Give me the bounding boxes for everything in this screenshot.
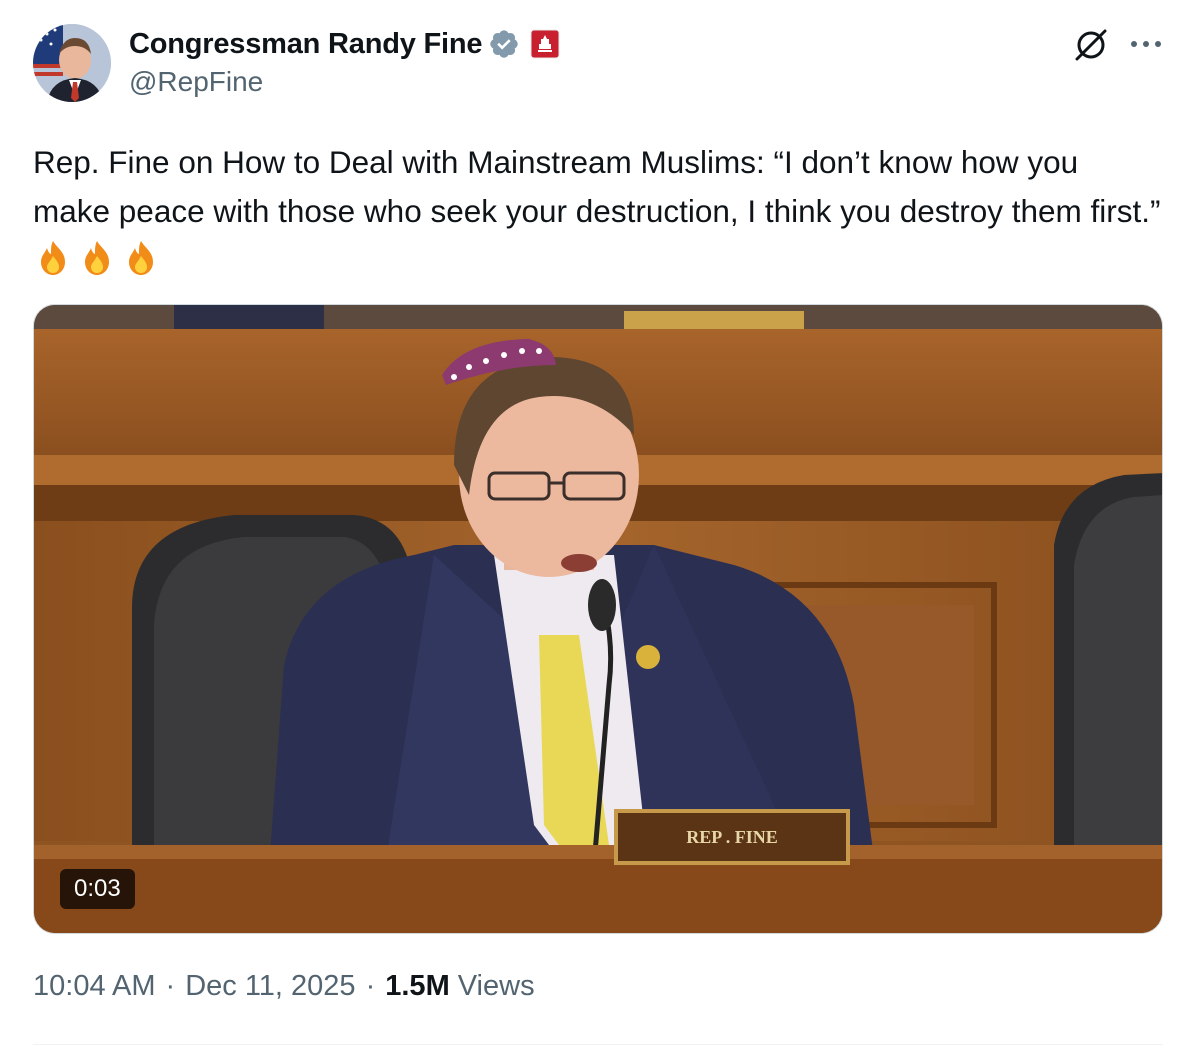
- avatar[interactable]: [33, 24, 111, 102]
- verified-badge-icon[interactable]: [488, 28, 520, 60]
- author-handle[interactable]: @RepFine: [129, 66, 263, 98]
- us-house-seal-icon[interactable]: [530, 29, 560, 59]
- video-player[interactable]: REP . FINE 0:03: [33, 304, 1163, 934]
- views-count: 1.5M: [385, 970, 450, 1002]
- fire-emoji-1: [33, 238, 73, 278]
- tweet-time[interactable]: 10:04 AM: [33, 970, 156, 1003]
- video-frame: REP . FINE: [34, 305, 1162, 933]
- more-options-icon[interactable]: [1126, 26, 1166, 62]
- tweet-text: Rep. Fine on How to Deal with Mainstream…: [33, 138, 1163, 284]
- grok-icon[interactable]: [1072, 26, 1110, 64]
- video-nameplate: REP . FINE: [686, 827, 778, 847]
- divider: [33, 1044, 1163, 1045]
- fire-icon: [41, 241, 65, 275]
- fire-emoji-3: [121, 238, 161, 278]
- tweet-body: Rep. Fine on How to Deal with Mainstream…: [33, 144, 1161, 229]
- fire-emoji-2: [77, 238, 117, 278]
- video-duration: 0:03: [60, 869, 135, 909]
- fire-icon: [129, 241, 153, 275]
- tweet-meta: 10:04 AM · Dec 11, 2025 · 1.5M Views: [33, 970, 535, 1003]
- tweet-date[interactable]: Dec 11, 2025: [185, 970, 355, 1003]
- views-label: Views: [457, 970, 535, 1002]
- fire-icon: [85, 241, 109, 275]
- meta-separator: ·: [165, 970, 176, 1002]
- meta-separator: ·: [365, 970, 376, 1002]
- author-display-name[interactable]: Congressman Randy Fine: [129, 28, 483, 61]
- author-name-row: Congressman Randy Fine: [129, 26, 560, 62]
